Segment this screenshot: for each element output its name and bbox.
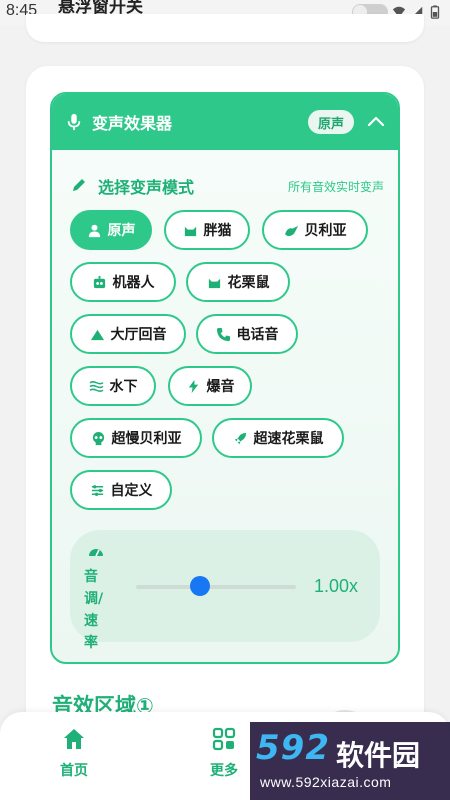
skull-icon — [92, 431, 104, 445]
person-icon — [88, 224, 100, 237]
nav-more-label: 更多 — [210, 763, 238, 779]
mode-chip-label: 超速花栗鼠 — [253, 431, 324, 447]
mode-chip-label: 机器人 — [112, 275, 155, 291]
mode-chip-chipmunk[interactable]: 花栗鼠 — [186, 262, 290, 302]
grid-apps-icon — [212, 727, 236, 751]
nav-home[interactable]: 首页 — [44, 726, 104, 780]
robot-icon — [93, 275, 105, 288]
microphone-icon — [67, 113, 81, 131]
phone-icon — [216, 327, 230, 341]
pitch-slider-track[interactable] — [136, 585, 296, 589]
gauge-icon — [89, 549, 103, 557]
rocket-icon — [234, 432, 246, 444]
mode-chip-telephone[interactable]: 电话音 — [196, 314, 298, 354]
mode-chip-custom[interactable]: 自定义 — [70, 470, 172, 510]
pitch-rate-label: 音调/速率 — [84, 569, 104, 651]
mode-chip-label: 水下 — [109, 379, 138, 395]
mode-chip-label: 电话音 — [236, 327, 279, 343]
mode-chip-label: 花栗鼠 — [227, 275, 270, 291]
mode-chip-label: 胖猫 — [203, 223, 232, 239]
pencil-icon — [73, 179, 85, 191]
cat-icon — [184, 226, 196, 236]
mode-chip-robot[interactable]: 机器人 — [70, 262, 176, 302]
mode-chip-label: 大厅回音 — [110, 327, 167, 343]
mode-chip-original[interactable]: 原声 — [70, 210, 152, 250]
watermark-logo: 592 软件园 www.592xiazai.com — [250, 722, 450, 800]
watermark-brand: 软件园 — [336, 739, 421, 772]
mode-section-header: 选择变声模式 所有音效实时变声 — [70, 174, 384, 197]
water-icon — [89, 380, 103, 392]
section-label: 选择变声模式 — [98, 178, 195, 197]
previous-card — [26, 14, 424, 42]
watermark-url: www.592xiazai.com — [260, 774, 392, 790]
home-icon — [64, 729, 84, 749]
sliders-icon — [91, 484, 103, 496]
nav-more[interactable]: 更多 — [194, 726, 254, 780]
squirrel-icon — [208, 278, 220, 288]
watermark-number: 592 — [256, 728, 330, 768]
mode-chip-label: 自定义 — [110, 483, 153, 499]
panel-title: 变声效果器 — [92, 114, 173, 133]
section-hint: 所有音效实时变声 — [287, 180, 384, 194]
mode-chip-distortion[interactable]: 爆音 — [168, 366, 252, 406]
pitch-rate-control: 音调/速率 1.00x — [70, 530, 380, 651]
mode-chip-hall-echo[interactable]: 大厅回音 — [70, 314, 186, 354]
nav-home-label: 首页 — [60, 763, 88, 779]
pitch-rate-value: 1.00x — [313, 576, 358, 596]
current-mode-badge: 原声 — [307, 110, 354, 134]
panel-header[interactable]: 变声效果器 原声 — [52, 94, 398, 150]
bolt-icon — [188, 379, 198, 393]
mode-chip-slow-belial[interactable]: 超慢贝利亚 — [70, 418, 202, 458]
mountain-icon — [90, 329, 104, 340]
mode-chip-label: 爆音 — [206, 379, 235, 395]
mode-chip-fat-cat[interactable]: 胖猫 — [164, 210, 250, 250]
battery-icon — [430, 5, 440, 19]
mode-chip-belial[interactable]: 贝利亚 — [262, 210, 368, 250]
pitch-slider-thumb[interactable] — [190, 576, 210, 596]
mode-chip-label: 贝利亚 — [304, 223, 347, 239]
mode-chip-underwater[interactable]: 水下 — [70, 366, 156, 406]
mode-chip-label: 超慢贝利亚 — [111, 431, 182, 447]
voice-effect-panel: 变声效果器 原声 选择变声模式 所有音效实时变声 原声 胖猫 贝利亚 机器人 花… — [50, 92, 400, 664]
dragon-icon — [284, 225, 298, 236]
mode-chip-fast-chipmunk[interactable]: 超速花栗鼠 — [212, 418, 344, 458]
chevron-up-icon[interactable] — [366, 112, 386, 132]
mode-chip-label: 原声 — [107, 223, 136, 239]
